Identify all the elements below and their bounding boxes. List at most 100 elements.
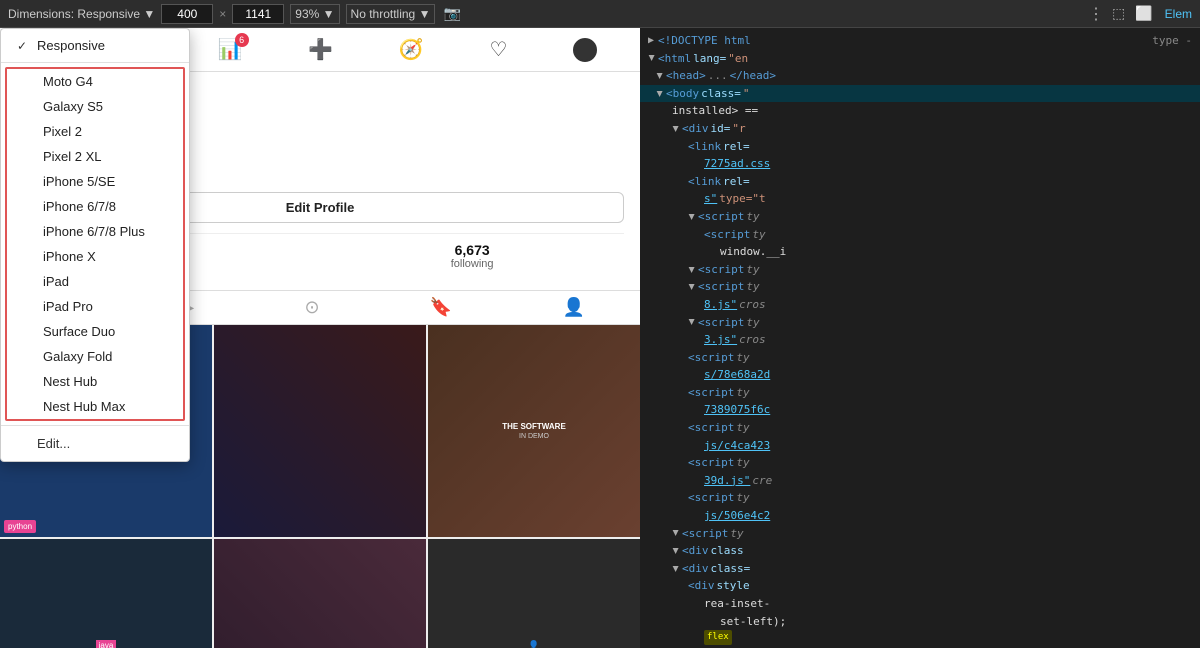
- width-input[interactable]: [161, 4, 213, 24]
- main-area: m. 🏠 📊 6 ➕ 🧭 ♡ techviral: [0, 28, 1200, 648]
- device-option-nest-hub-max[interactable]: Nest Hub Max: [7, 394, 183, 419]
- ig-tab-play[interactable]: ⊙: [304, 297, 319, 318]
- code-line: <script ty: [640, 384, 1200, 402]
- code-line: set-left);: [640, 613, 1200, 631]
- code-line: 7275ad.css: [640, 155, 1200, 173]
- code-line: ▶ <div class=: [640, 560, 1200, 578]
- ig-grid-item[interactable]: [214, 325, 426, 537]
- expand-icon[interactable]: ▶: [643, 55, 659, 61]
- ig-grid-item[interactable]: java: [0, 539, 212, 648]
- device-option-ipad[interactable]: iPad: [7, 269, 183, 294]
- expand-icon[interactable]: ▶: [648, 33, 654, 49]
- code-line: ▶ <head>...</head>: [640, 67, 1200, 85]
- code-line: <link rel=: [640, 138, 1200, 156]
- device-dropdown-menu: ✓ Responsive Moto G4 Galaxy S5 Pixel 2: [0, 28, 190, 462]
- code-line: 7389075f6c: [640, 401, 1200, 419]
- code-line: flex: [640, 630, 1200, 644]
- device-option-iphone-678-plus[interactable]: iPhone 6/7/8 Plus: [7, 219, 183, 244]
- device-option-iphone-x[interactable]: iPhone X: [7, 244, 183, 269]
- device-option-iphone-678[interactable]: iPhone 6/7/8: [7, 194, 183, 219]
- expand-icon[interactable]: ▶: [667, 566, 683, 572]
- more-options-button[interactable]: ⋮: [1088, 4, 1104, 24]
- device-option-nest-hub[interactable]: Nest Hub: [7, 369, 183, 394]
- code-line: <script ty: [640, 489, 1200, 507]
- expand-icon[interactable]: ▶: [667, 530, 683, 536]
- code-line: 8.js" cros: [640, 296, 1200, 314]
- ig-grid-item[interactable]: [214, 539, 426, 648]
- expand-icon[interactable]: ▶: [683, 284, 699, 290]
- expand-icon[interactable]: ▶: [651, 73, 667, 79]
- code-line: ▶ <div id="r: [640, 120, 1200, 138]
- flex-badge: flex: [704, 630, 732, 644]
- expand-icon[interactable]: ▶: [667, 548, 683, 554]
- code-line: ▶ <script ty: [640, 278, 1200, 296]
- type-suffix-label: type -: [1152, 32, 1192, 50]
- device-option-iphone-5se[interactable]: iPhone 5/SE: [7, 169, 183, 194]
- devtools-toolbar: Dimensions: Responsive ▼ × 93% ▼ No thro…: [0, 0, 1200, 28]
- code-line: ▶ <script ty: [640, 261, 1200, 279]
- checkmark-icon: ✓: [17, 39, 31, 53]
- ig-following-stat: 6,673 following: [451, 242, 494, 270]
- code-line: <link rel=: [640, 173, 1200, 191]
- code-line: ▶ <script ty: [640, 314, 1200, 332]
- ig-nav-avatar[interactable]: [573, 38, 597, 62]
- code-line-selected: ▶ <body class=": [640, 85, 1200, 103]
- device-preview-pane: m. 🏠 📊 6 ➕ 🧭 ♡ techviral: [0, 28, 640, 648]
- dimension-separator: ×: [219, 7, 226, 21]
- ig-heart-icon[interactable]: ♡: [490, 37, 508, 62]
- ig-add-icon[interactable]: ➕: [308, 37, 333, 62]
- device-group: Moto G4 Galaxy S5 Pixel 2 Pixel 2 XL iPh…: [5, 67, 185, 421]
- dimensions-label[interactable]: Dimensions: Responsive ▼: [8, 7, 155, 21]
- devtools-code-view[interactable]: ▶ <!DOCTYPE html ▶ <html lang="en ▶ <hea…: [640, 28, 1200, 648]
- ig-grid-item[interactable]: THE SOFTWARE IN DEMO: [428, 325, 640, 537]
- ig-badge: 6: [235, 33, 249, 47]
- ig-following-count: 6,673: [451, 242, 494, 258]
- capture-icon[interactable]: 📷: [441, 3, 462, 24]
- cursor-toggle-icon[interactable]: ⬚: [1110, 3, 1127, 24]
- edit-devices-button[interactable]: Edit...: [1, 430, 189, 457]
- menu-divider: [1, 62, 189, 63]
- device-option-pixel-2-xl[interactable]: Pixel 2 XL: [7, 144, 183, 169]
- elementstext: Elem: [1165, 7, 1192, 21]
- code-line: rea-inset-: [640, 595, 1200, 613]
- code-line: ▶ <html lang="en: [640, 50, 1200, 68]
- device-option-galaxy-fold[interactable]: Galaxy Fold: [7, 344, 183, 369]
- expand-icon[interactable]: ▶: [683, 214, 699, 220]
- throttling-dropdown[interactable]: No throttling ▼: [346, 4, 436, 24]
- code-line: <script ty: [640, 226, 1200, 244]
- code-line: js/c4ca423: [640, 437, 1200, 455]
- devtools-panel: ▶ <!DOCTYPE html ▶ <html lang="en ▶ <hea…: [640, 28, 1200, 648]
- expand-icon[interactable]: ▶: [683, 267, 699, 273]
- device-option-moto-g4[interactable]: Moto G4: [7, 69, 183, 94]
- device-option-ipad-pro[interactable]: iPad Pro: [7, 294, 183, 319]
- ig-activity-icon[interactable]: 📊 6: [218, 37, 243, 62]
- ig-grid-item[interactable]: 👤: [428, 539, 640, 648]
- menu-divider-2: [1, 425, 189, 426]
- code-line: 3.js" cros: [640, 331, 1200, 349]
- device-option-responsive[interactable]: ✓ Responsive: [1, 33, 189, 58]
- code-line: s/78e68a2d: [640, 366, 1200, 384]
- dock-toggle-icon[interactable]: ⬜: [1133, 3, 1154, 24]
- device-option-galaxy-s5[interactable]: Galaxy S5: [7, 94, 183, 119]
- expand-icon[interactable]: ▶: [683, 319, 699, 325]
- device-option-surface-duo[interactable]: Surface Duo: [7, 319, 183, 344]
- code-line: <script ty: [640, 349, 1200, 367]
- zoom-dropdown[interactable]: 93% ▼: [290, 4, 339, 24]
- height-input[interactable]: [232, 4, 284, 24]
- ig-explore-icon[interactable]: 🧭: [399, 37, 424, 62]
- code-line: <div style: [640, 577, 1200, 595]
- code-line: js/506e4c2: [640, 507, 1200, 525]
- code-line: ▶ <script ty: [640, 525, 1200, 543]
- expand-icon[interactable]: ▶: [667, 126, 683, 132]
- code-line: ▶ <div class: [640, 542, 1200, 560]
- code-line: 39d.js" cre: [640, 472, 1200, 490]
- code-line: ▶ <!DOCTYPE html: [640, 32, 1200, 50]
- ig-tab-saved[interactable]: 🔖: [430, 297, 452, 318]
- ig-tab-tagged[interactable]: 👤: [562, 297, 584, 318]
- code-line: window.__i: [640, 243, 1200, 261]
- code-line: <script ty: [640, 419, 1200, 437]
- code-line: ▶ <script ty: [640, 208, 1200, 226]
- expand-icon[interactable]: ▶: [651, 91, 667, 97]
- code-line: ▶ <div id="f: [640, 645, 1200, 648]
- device-option-pixel-2[interactable]: Pixel 2: [7, 119, 183, 144]
